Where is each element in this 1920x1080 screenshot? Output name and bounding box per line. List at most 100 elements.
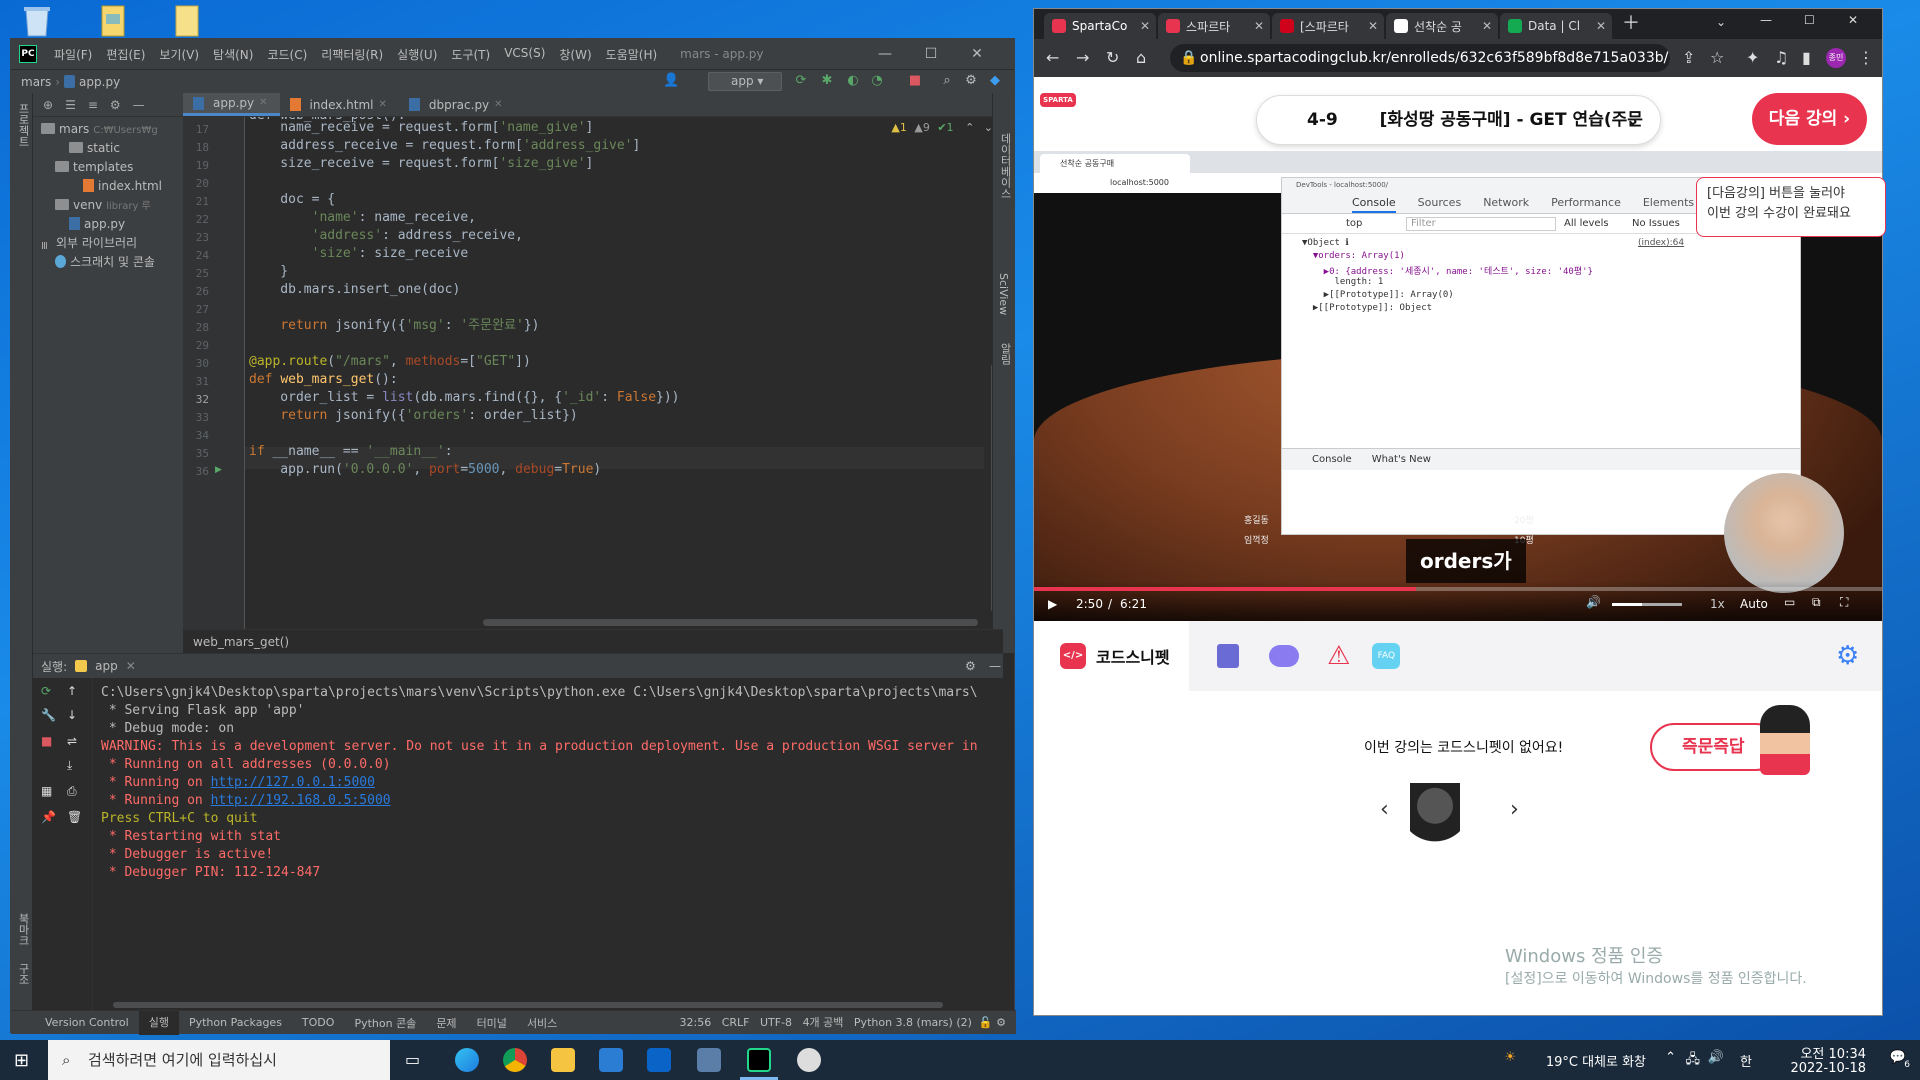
run-config-select[interactable]: app ▾ bbox=[708, 72, 782, 91]
notifications-toolwindow-tab[interactable]: 알림 bbox=[997, 343, 1013, 365]
bottom-tab[interactable]: Version Control bbox=[35, 1016, 139, 1029]
run-console[interactable]: C:\Users\gnjk4\Desktop\sparta\projects\m… bbox=[101, 684, 996, 882]
tray-overflow-icon[interactable]: ⌃ bbox=[1665, 1050, 1676, 1065]
weather-icon[interactable]: ☀ bbox=[1504, 1050, 1516, 1065]
volume-icon[interactable]: 🔊 bbox=[1708, 1050, 1724, 1065]
layout-icon[interactable]: ▦ bbox=[41, 784, 52, 798]
browser-tab[interactable]: [스파르타 ✕ bbox=[1272, 13, 1384, 39]
python-interpreter[interactable]: Python 3.8 (mars) (2) bbox=[854, 1016, 972, 1029]
lock-icon[interactable]: 🔓 bbox=[979, 1016, 993, 1029]
windows-start-icon[interactable]: ⊞ bbox=[14, 1050, 29, 1071]
run-settings-icon[interactable]: ⚙ bbox=[965, 659, 976, 673]
devtools-tab[interactable]: Elements bbox=[1643, 192, 1694, 213]
coverage-icon[interactable]: ◐ bbox=[845, 73, 861, 89]
bottom-tab[interactable]: Python 콘솔 bbox=[344, 1015, 426, 1031]
notes-icon[interactable] bbox=[1217, 644, 1239, 668]
expand-all-icon[interactable]: ☰ bbox=[65, 98, 76, 112]
bookmark-star-icon[interactable]: ☆ bbox=[1710, 48, 1724, 67]
home-icon[interactable]: ⌂ bbox=[1136, 48, 1146, 67]
inspection-widget[interactable]: ▲1 ▲9 ✔1 ⌃ ⌄ bbox=[891, 121, 993, 134]
context-select[interactable]: top bbox=[1346, 214, 1362, 234]
tab-close-icon[interactable]: ✕ bbox=[259, 91, 267, 115]
faq-icon[interactable]: FAQ bbox=[1372, 643, 1401, 669]
sciview-toolwindow-tab[interactable]: SciView bbox=[997, 273, 1010, 315]
plugin-icon[interactable]: ◆ bbox=[987, 73, 1003, 89]
locate-icon[interactable]: ⊕ bbox=[43, 98, 53, 112]
extensions-icon[interactable]: ✦ bbox=[1746, 48, 1759, 67]
menu-item[interactable]: 도구(T) bbox=[444, 46, 497, 63]
tab-close-icon[interactable]: ✕ bbox=[1368, 19, 1378, 33]
search-icon[interactable]: ⌕ bbox=[939, 73, 955, 89]
menu-item[interactable]: 보기(V) bbox=[152, 46, 206, 63]
profile-avatar[interactable]: 종민 bbox=[1826, 48, 1846, 68]
tree-item[interactable]: mars C:₩Users₩g bbox=[33, 120, 183, 139]
devtools-tab[interactable]: Console bbox=[1352, 192, 1396, 213]
code-area[interactable]: def web_mars_post(): name_receive = requ… bbox=[249, 117, 984, 632]
next-snippet-icon[interactable]: › bbox=[1510, 797, 1519, 822]
address-bar[interactable]: 🔒 online.spartacodingclub.kr/enrolleds/6… bbox=[1170, 44, 1670, 72]
event-log-icon[interactable]: ⚙ bbox=[996, 1016, 1006, 1029]
devtools-tab[interactable]: Network bbox=[1483, 192, 1529, 213]
volume-icon[interactable]: 🔊 bbox=[1586, 595, 1601, 609]
tree-item[interactable]: Ⅲ 외부 라이브러리 bbox=[33, 234, 183, 253]
stop-icon[interactable]: ■ bbox=[907, 73, 923, 89]
gear-icon[interactable]: ⚙ bbox=[110, 98, 121, 112]
bottom-tab[interactable]: 문제 bbox=[426, 1015, 466, 1031]
browser-tab[interactable]: Data | Cl ✕ bbox=[1500, 13, 1612, 39]
menu-item[interactable]: 리팩터링(R) bbox=[314, 46, 390, 63]
user-icon[interactable]: 👤 bbox=[663, 73, 679, 89]
wrench-icon[interactable]: 🔧 bbox=[41, 708, 56, 722]
menu-item[interactable]: 코드(C) bbox=[260, 46, 314, 63]
prev-issue-icon[interactable]: ⌃ bbox=[965, 121, 974, 134]
minimize-icon[interactable]: — bbox=[862, 39, 908, 69]
pin-icon[interactable]: 📌 bbox=[41, 810, 56, 824]
prev-snippet-icon[interactable]: ‹ bbox=[1380, 797, 1389, 822]
collapse-all-icon[interactable]: ≡ bbox=[88, 98, 98, 112]
tree-item[interactable]: static bbox=[33, 139, 183, 158]
drawer-tab[interactable]: What's New bbox=[1372, 449, 1431, 470]
run-gutter-icon[interactable]: ▶ bbox=[215, 465, 222, 475]
tree-item[interactable]: 스크래치 및 콘솔 bbox=[33, 253, 183, 272]
tab-code-snippet[interactable]: </> 코드스니펫 bbox=[1034, 621, 1189, 691]
minimize-icon[interactable]: — bbox=[1760, 13, 1772, 27]
taskbar-search[interactable]: ⌕ 검색하려면 여기에 입력하십시 bbox=[48, 1040, 390, 1080]
console-hscroll[interactable] bbox=[113, 1002, 943, 1008]
tree-item[interactable]: app.py bbox=[33, 215, 183, 234]
hide-icon[interactable]: — bbox=[133, 98, 145, 112]
next-lesson-button[interactable]: 다음 강의 › bbox=[1752, 93, 1867, 145]
ime-indicator[interactable]: 한 bbox=[1740, 1051, 1752, 1070]
settings-icon[interactable]: ⚙ bbox=[963, 73, 979, 89]
new-tab-icon[interactable]: ＋ bbox=[1622, 9, 1640, 35]
horizontal-scrollbar[interactable] bbox=[483, 619, 978, 626]
rerun-icon[interactable]: ⟳ bbox=[41, 684, 51, 698]
tab-close-icon[interactable]: ✕ bbox=[1596, 19, 1606, 33]
profile-icon[interactable]: ◔ bbox=[869, 73, 885, 89]
tree-item[interactable]: templates bbox=[33, 158, 183, 177]
bottom-tab[interactable]: Python Packages bbox=[179, 1016, 292, 1029]
file-explorer-icon[interactable] bbox=[551, 1048, 575, 1072]
scroll-end-icon[interactable]: ⤓ bbox=[67, 758, 72, 773]
media-icon[interactable]: ♫ bbox=[1774, 48, 1788, 67]
browser-tab[interactable]: 스파르타 ✕ bbox=[1158, 13, 1270, 39]
console-link[interactable]: http://192.168.0.5:5000 bbox=[211, 793, 391, 808]
nav-project[interactable]: mars bbox=[21, 75, 51, 89]
devtools-tab[interactable]: Performance bbox=[1551, 192, 1621, 213]
tab-close-icon[interactable]: ✕ bbox=[1140, 19, 1150, 33]
alert-icon[interactable]: ⚠ bbox=[1327, 641, 1350, 671]
console-source-link[interactable]: (index):64 bbox=[1638, 238, 1684, 248]
weather-text[interactable]: 19°C 대체로 화창 bbox=[1546, 1051, 1646, 1070]
menu-item[interactable]: 창(W) bbox=[552, 46, 598, 63]
close-icon[interactable]: ✕ bbox=[954, 39, 1000, 69]
soft-wrap-icon[interactable]: ⇌ bbox=[67, 734, 77, 748]
run-tab-app[interactable]: app bbox=[95, 659, 118, 673]
devtools-tab[interactable]: Sources bbox=[1418, 192, 1462, 213]
drawer-tab[interactable]: Console bbox=[1312, 449, 1352, 470]
issues-badge[interactable]: No Issues bbox=[1632, 214, 1680, 234]
bottom-tab[interactable]: 터미널 bbox=[467, 1015, 517, 1031]
gear-icon[interactable]: ⚙ bbox=[1836, 641, 1859, 671]
task-view-icon[interactable]: ▭ bbox=[405, 1050, 420, 1069]
video-progress[interactable] bbox=[1034, 587, 1882, 591]
print-icon[interactable]: ⎙ bbox=[67, 784, 77, 799]
bottom-tab[interactable]: 서비스 bbox=[517, 1015, 567, 1031]
console-filter[interactable]: Filter bbox=[1406, 217, 1556, 231]
